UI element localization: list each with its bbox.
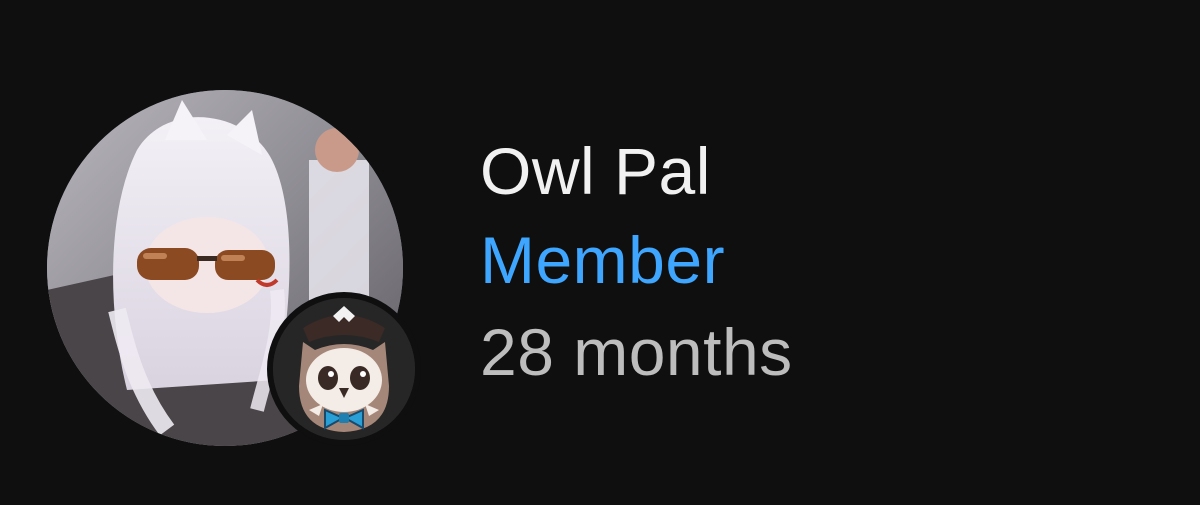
avatar-group <box>47 90 421 446</box>
member-info: Owl Pal Member 28 months <box>480 128 793 398</box>
owl-badge-icon <box>273 298 415 440</box>
member-name[interactable]: Owl Pal <box>480 128 793 214</box>
membership-duration: 28 months <box>480 315 793 389</box>
member-card: Owl Pal Member 28 months <box>0 0 1200 505</box>
membership-badge <box>267 292 421 446</box>
membership-status: Member <box>480 223 726 297</box>
